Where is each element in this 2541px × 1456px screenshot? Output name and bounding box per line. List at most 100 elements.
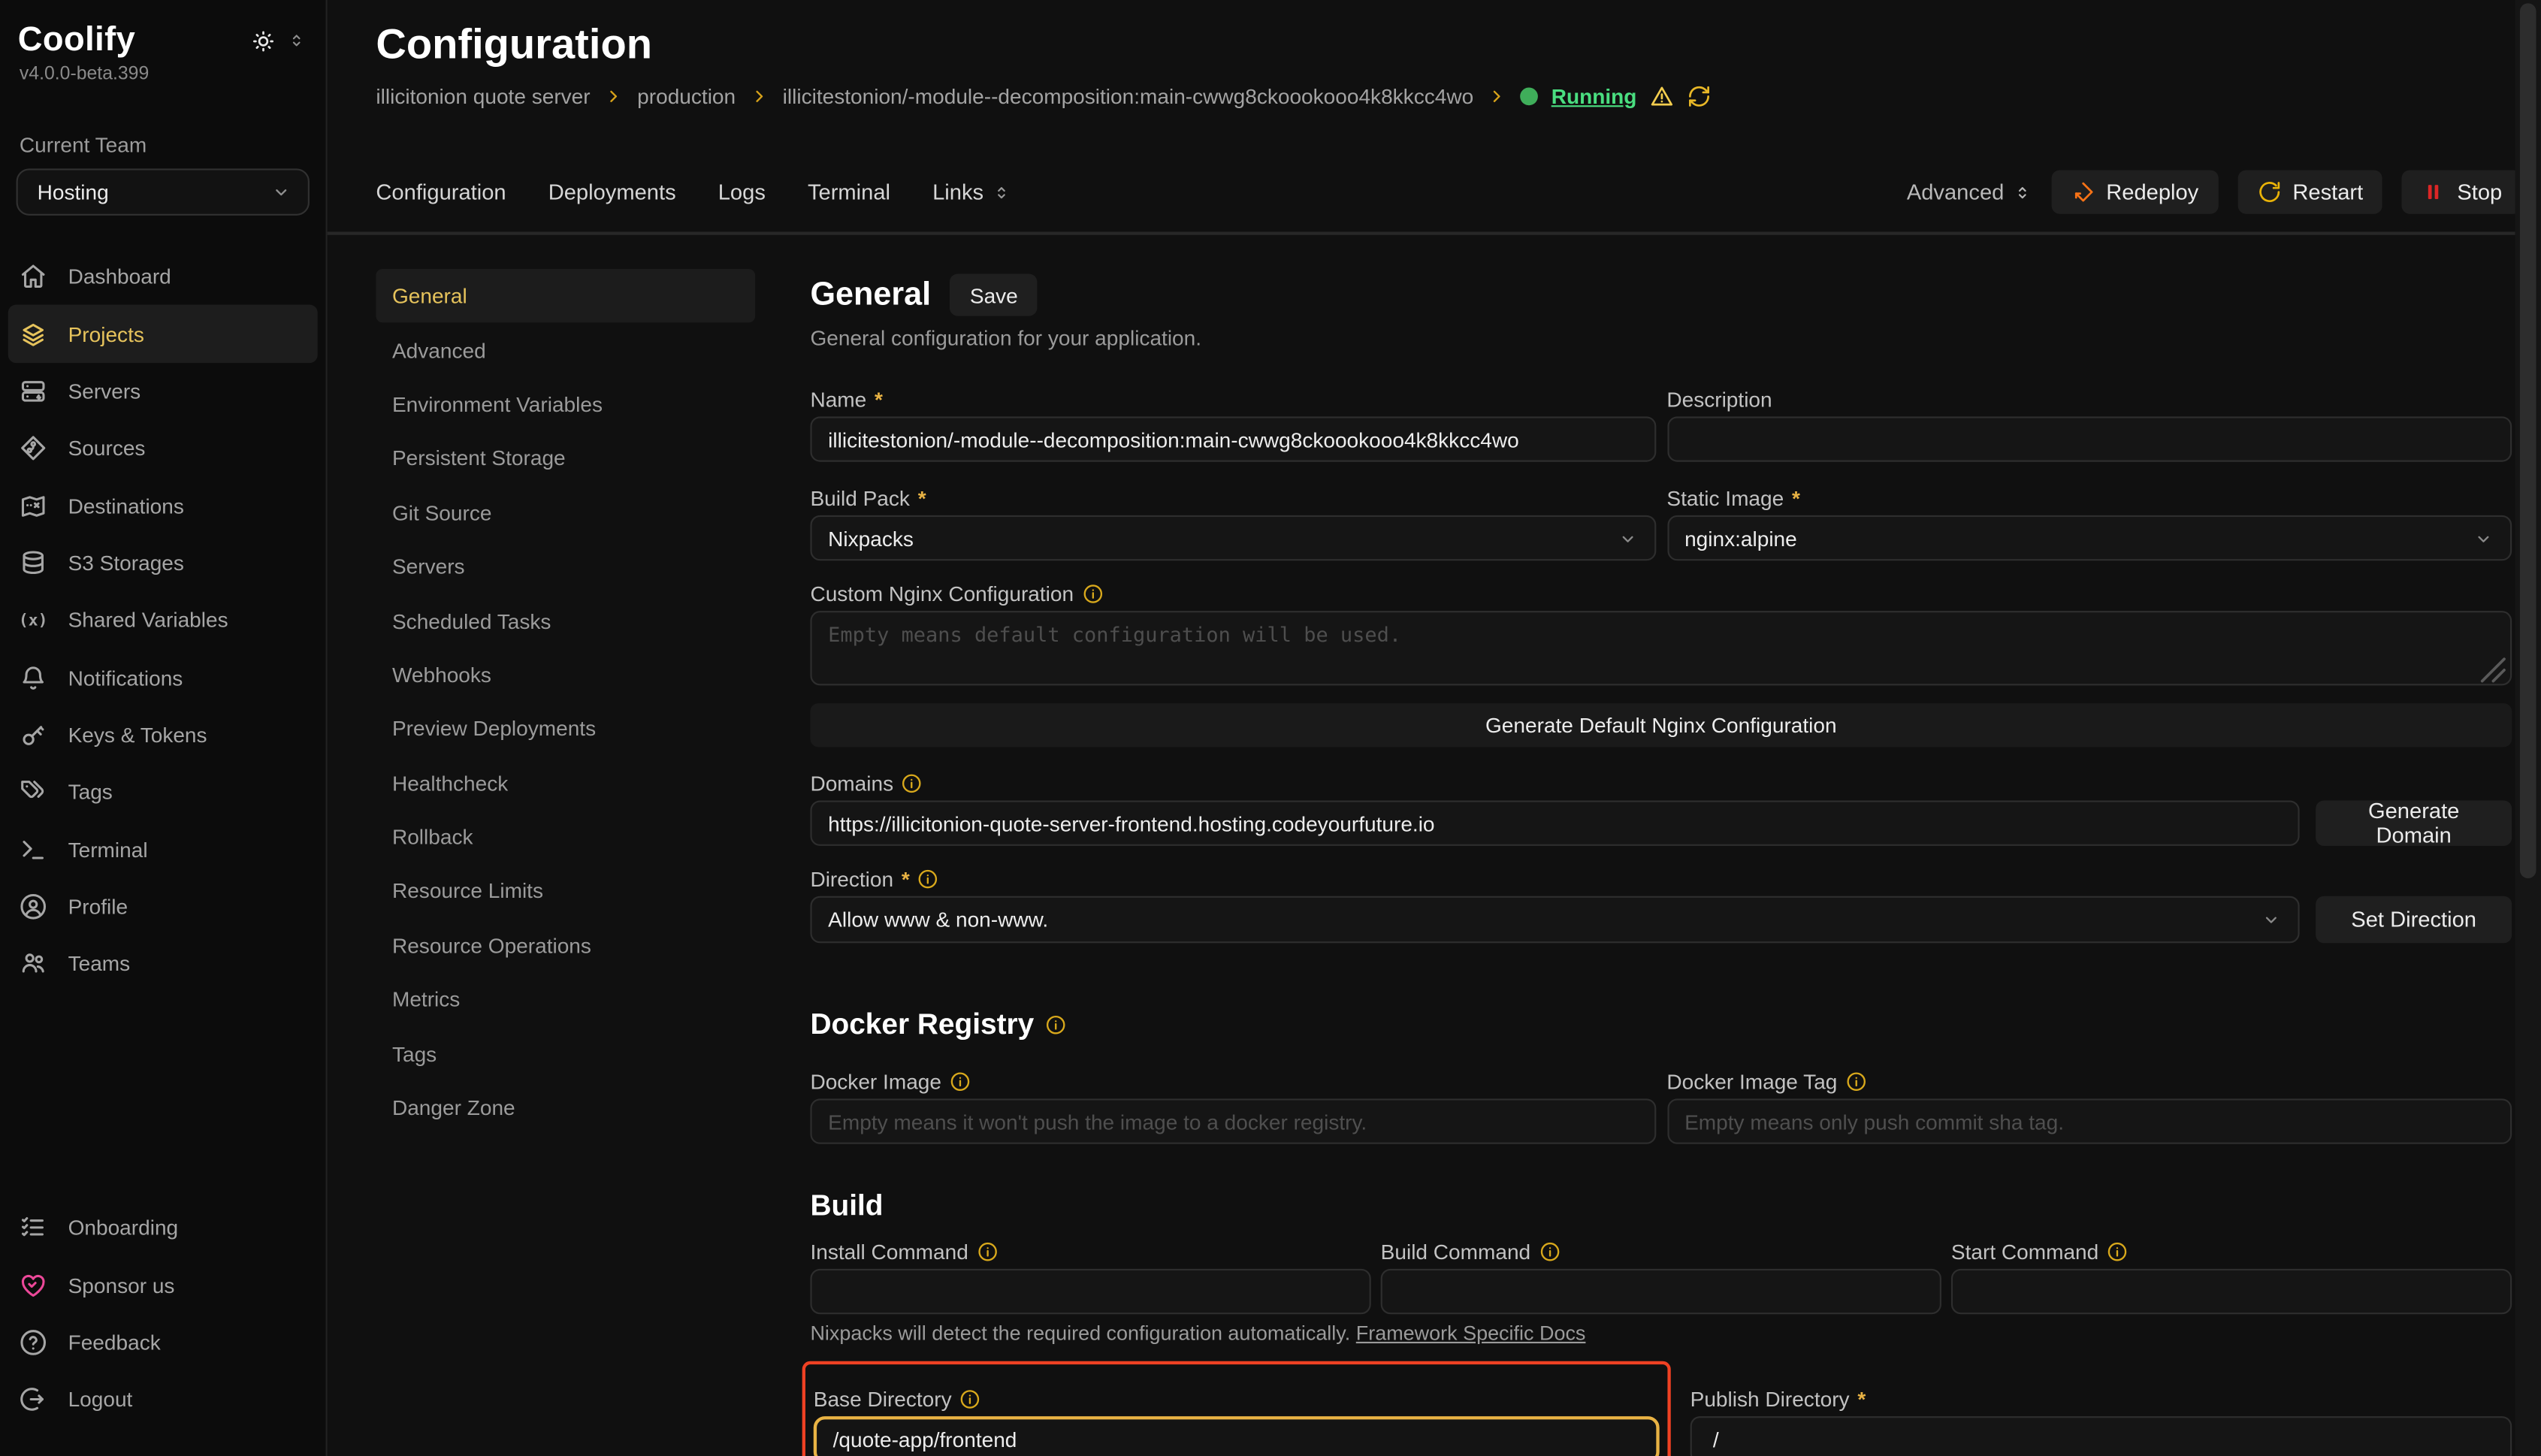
sidebar-item-sources[interactable]: Sources xyxy=(8,420,318,477)
users-icon xyxy=(20,950,47,978)
advanced-dropdown[interactable]: Advanced xyxy=(1907,180,2032,204)
subnav-scheduled-tasks[interactable]: Scheduled Tasks xyxy=(376,594,755,648)
subnav-preview-deployments[interactable]: Preview Deployments xyxy=(376,702,755,756)
subnav-advanced[interactable]: Advanced xyxy=(376,323,755,377)
subnav-general[interactable]: General xyxy=(376,269,755,323)
save-button[interactable]: Save xyxy=(950,274,1038,316)
subnav-resource-operations[interactable]: Resource Operations xyxy=(376,918,755,972)
subnav-git-source[interactable]: Git Source xyxy=(376,485,755,539)
variable-icon: (x) xyxy=(20,606,47,634)
tab-links[interactable]: Links xyxy=(932,180,1011,204)
tab-logs[interactable]: Logs xyxy=(718,180,766,204)
app-version: v4.0.0-beta.399 xyxy=(0,60,326,84)
sidebar-item-shared-variables[interactable]: (x) Shared Variables xyxy=(8,591,318,648)
sidebar-item-projects[interactable]: Projects xyxy=(8,305,318,362)
chevron-down-icon xyxy=(2473,527,2494,548)
subnav-environment-variables[interactable]: Environment Variables xyxy=(376,377,755,431)
sidebar-item-notifications[interactable]: Notifications xyxy=(8,649,318,706)
tab-deployments[interactable]: Deployments xyxy=(548,180,676,204)
breadcrumb-project[interactable]: illicitonion quote server xyxy=(376,84,590,108)
sidebar-item-destinations[interactable]: Destinations xyxy=(8,477,318,534)
bell-icon xyxy=(20,663,47,691)
chevron-down-icon xyxy=(2261,909,2282,930)
refresh-icon[interactable] xyxy=(1687,84,1711,108)
tab-configuration[interactable]: Configuration xyxy=(376,180,506,204)
scrollbar[interactable] xyxy=(2515,0,2541,1456)
chevron-down-icon xyxy=(270,182,292,203)
start-command-input[interactable] xyxy=(1951,1269,2512,1314)
subnav-servers[interactable]: Servers xyxy=(376,539,755,594)
coolify-logo[interactable]: Coolify xyxy=(18,21,136,60)
chevron-right-icon xyxy=(748,86,769,107)
chevron-right-icon xyxy=(1486,86,1507,107)
subnav-metrics[interactable]: Metrics xyxy=(376,972,755,1026)
breadcrumb-environment[interactable]: production xyxy=(637,84,736,108)
scrollbar-thumb[interactable] xyxy=(2520,3,2536,878)
sidebar-item-servers[interactable]: Servers xyxy=(8,362,318,419)
name-input[interactable] xyxy=(810,416,1655,461)
redeploy-button[interactable]: Redeploy xyxy=(2051,170,2218,213)
sidebar-item-sponsor-us[interactable]: Sponsor us xyxy=(8,1256,318,1313)
sidebar-item-teams[interactable]: Teams xyxy=(8,935,318,992)
tab-terminal[interactable]: Terminal xyxy=(808,180,890,204)
sun-theme-icon[interactable] xyxy=(251,29,275,53)
subnav-resource-limits[interactable]: Resource Limits xyxy=(376,864,755,918)
app: Coolify v4.0.0-beta.399 Current Team Hos… xyxy=(0,0,2541,1456)
breadcrumb-application[interactable]: illicitestonion/-module--decomposition:m… xyxy=(783,84,1474,108)
subnav-rollback[interactable]: Rollback xyxy=(376,810,755,864)
build-pack-select[interactable]: Nixpacks xyxy=(810,515,1655,560)
status-link[interactable]: Running xyxy=(1551,84,1637,108)
svg-text:(x): (x) xyxy=(20,612,47,630)
pause-stop-icon xyxy=(2422,180,2446,204)
set-direction-button[interactable]: Set Direction xyxy=(2316,896,2512,944)
user-circle-icon xyxy=(20,893,47,920)
team-selector[interactable]: Hosting xyxy=(17,168,310,216)
publish-directory-input[interactable] xyxy=(1690,1416,2512,1456)
nginx-config-textarea[interactable] xyxy=(810,611,2512,685)
generate-domain-button[interactable]: Generate Domain xyxy=(2316,801,2512,846)
sidebar-item-dashboard[interactable]: Dashboard xyxy=(8,248,318,305)
sidebar-nav: Dashboard Projects Servers Sources Desti… xyxy=(8,248,318,992)
generate-nginx-button[interactable]: Generate Default Nginx Configuration xyxy=(810,703,2512,747)
subnav-tags[interactable]: Tags xyxy=(376,1026,755,1080)
resize-grip-icon[interactable] xyxy=(2479,657,2507,684)
direction-select[interactable]: Allow www & non-www. xyxy=(810,896,2299,944)
sidebar-item-tags[interactable]: Tags xyxy=(8,763,318,820)
install-command-input[interactable] xyxy=(810,1269,1370,1314)
sidebar-item-feedback[interactable]: Feedback xyxy=(8,1314,318,1371)
chevrons-up-down-icon[interactable] xyxy=(287,31,307,50)
docker-image-input[interactable] xyxy=(810,1098,1655,1143)
section-subtitle: General configuration for your applicati… xyxy=(810,326,2512,355)
layers-icon xyxy=(20,320,47,348)
sidebar-item-profile[interactable]: Profile xyxy=(8,878,318,935)
description-label: Description xyxy=(1666,385,2512,413)
base-directory-highlight: Base Directory xyxy=(802,1361,1671,1456)
docker-image-tag-input[interactable] xyxy=(1666,1098,2512,1143)
chevron-right-icon xyxy=(603,86,624,107)
build-command-input[interactable] xyxy=(1381,1269,1941,1314)
sidebar: Coolify v4.0.0-beta.399 Current Team Hos… xyxy=(0,0,328,1456)
framework-docs-link[interactable]: Framework Specific Docs xyxy=(1356,1322,1586,1345)
subnav-webhooks[interactable]: Webhooks xyxy=(376,648,755,702)
key-icon xyxy=(20,721,47,749)
subnav-persistent-storage[interactable]: Persistent Storage xyxy=(376,431,755,485)
sidebar-item-terminal[interactable]: Terminal xyxy=(8,820,318,878)
sidebar-item-s3-storages[interactable]: S3 Storages xyxy=(8,534,318,591)
publish-directory-label: Publish Directory* xyxy=(1690,1385,2512,1413)
domains-input[interactable] xyxy=(810,801,2299,846)
info-icon xyxy=(1845,1071,1866,1092)
map-icon xyxy=(20,492,47,520)
description-input[interactable] xyxy=(1666,416,2512,461)
base-directory-input[interactable] xyxy=(814,1416,1660,1456)
sidebar-item-keys-tokens[interactable]: Keys & Tokens xyxy=(8,706,318,763)
info-icon xyxy=(918,868,939,890)
terminal-icon xyxy=(20,835,47,863)
sidebar-item-logout[interactable]: Logout xyxy=(8,1371,318,1428)
sidebar-item-onboarding[interactable]: Onboarding xyxy=(8,1199,318,1256)
subnav-healthcheck[interactable]: Healthcheck xyxy=(376,756,755,810)
subnav-danger-zone[interactable]: Danger Zone xyxy=(376,1080,755,1134)
chevrons-up-down-icon xyxy=(2012,183,2032,202)
restart-button[interactable]: Restart xyxy=(2237,170,2382,213)
stop-button[interactable]: Stop xyxy=(2402,170,2521,213)
static-image-select[interactable]: nginx:alpine xyxy=(1666,515,2512,560)
